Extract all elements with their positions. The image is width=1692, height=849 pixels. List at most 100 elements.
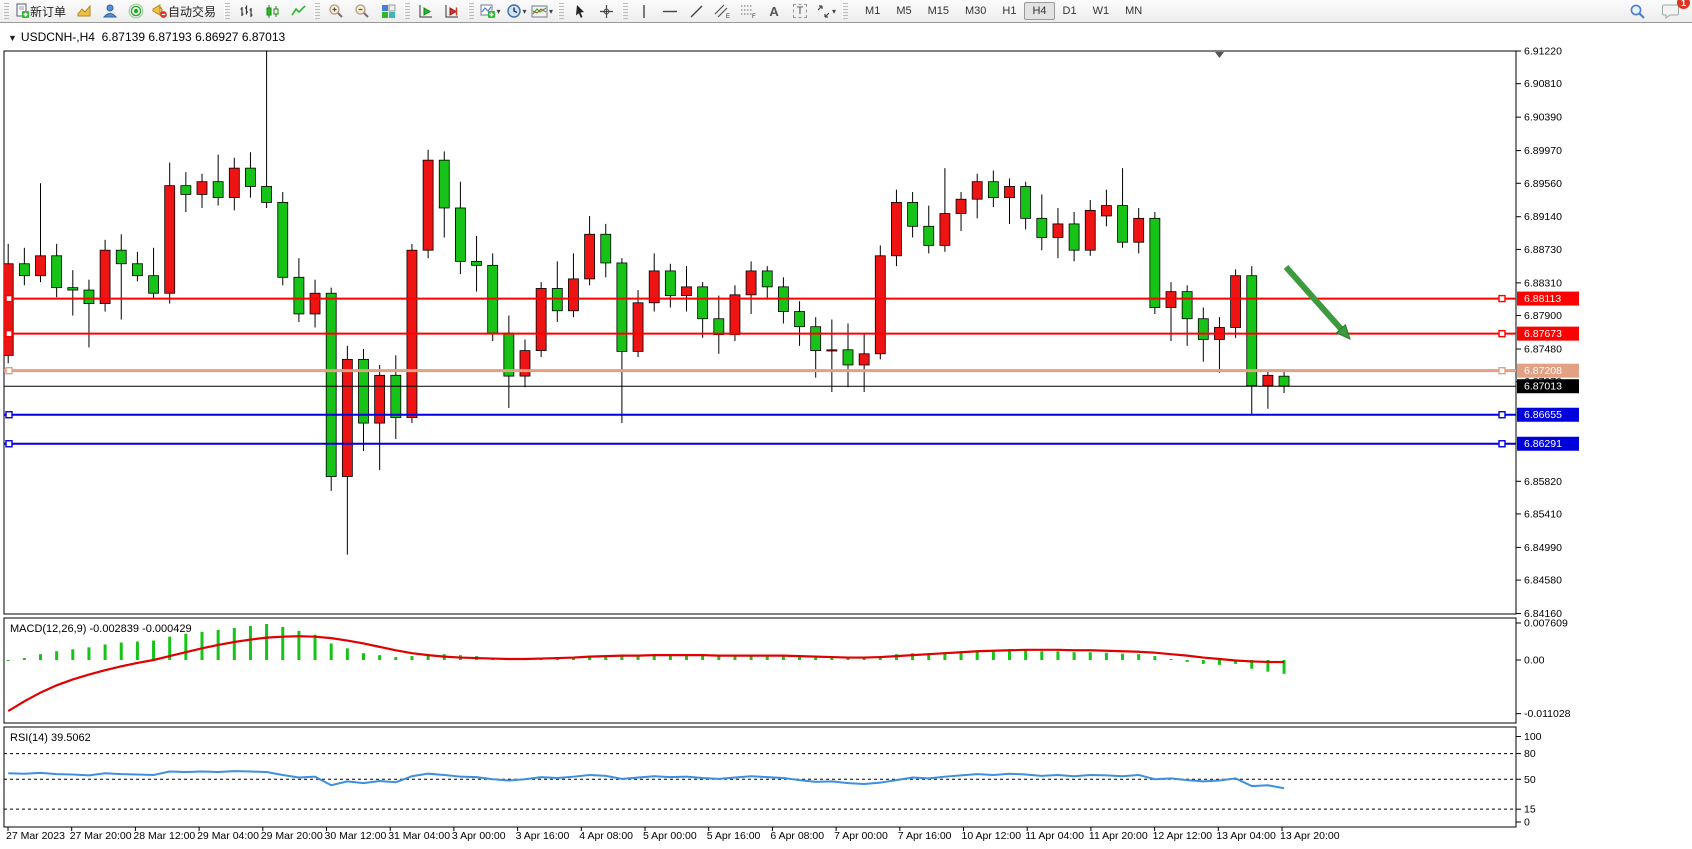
crosshair-button[interactable] — [593, 1, 619, 21]
equidistant-channel-button[interactable]: E — [709, 1, 735, 21]
periods-button[interactable]: ▾ — [503, 1, 529, 21]
svg-text:3 Apr 16:00: 3 Apr 16:00 — [516, 830, 570, 842]
rsi-indicator-label: RSI(14) 39.5062 — [10, 732, 91, 744]
text-label-icon: T — [793, 4, 808, 18]
svg-text:12 Apr 12:00: 12 Apr 12:00 — [1153, 830, 1213, 842]
chart-ohlc-header: ▼USDCNH-,H4 6.87139 6.87193 6.86927 6.87… — [8, 30, 285, 44]
templates-button[interactable]: ▾ — [529, 1, 555, 21]
svg-text:6.87208: 6.87208 — [1524, 365, 1562, 377]
bar-chart-button[interactable] — [233, 1, 259, 21]
svg-text:7 Apr 00:00: 7 Apr 00:00 — [834, 830, 888, 842]
candles-group[interactable] — [3, 51, 1289, 555]
fibonacci-icon: F — [740, 3, 757, 19]
horizontal-line-icon — [662, 4, 678, 19]
svg-text:80: 80 — [1524, 748, 1536, 760]
pane-frame-0 — [4, 51, 1516, 614]
line-chart-icon — [291, 4, 306, 19]
trendline-icon — [689, 4, 704, 19]
svg-text:13 Apr 20:00: 13 Apr 20:00 — [1280, 830, 1340, 842]
horizontal-line-button[interactable] — [657, 1, 683, 21]
toolbar-grip — [314, 3, 320, 19]
timeframe-button-d1[interactable]: D1 — [1055, 2, 1085, 20]
chevron-down-icon[interactable]: ▾ — [832, 7, 836, 16]
price-axis: 6.912206.908106.903906.899706.895606.891… — [1516, 46, 1579, 829]
chevron-down-icon[interactable]: ▾ — [523, 7, 527, 16]
auto-trading-label: 自动交易 — [168, 3, 216, 20]
svg-text:6.91220: 6.91220 — [1524, 46, 1562, 58]
arrows-button[interactable]: ▾ — [813, 1, 839, 21]
auto-trading-icon — [151, 3, 168, 19]
auto-trading-button[interactable]: 自动交易 — [149, 1, 221, 21]
chart-canvas[interactable]: 6.912206.908106.903906.899706.895606.891… — [0, 23, 1692, 849]
svg-text:6.89970: 6.89970 — [1524, 145, 1562, 157]
chart-window-button[interactable] — [71, 1, 97, 21]
trendline-button[interactable] — [683, 1, 709, 21]
zoom-in-button[interactable] — [323, 1, 349, 21]
trend-arrow[interactable] — [1286, 267, 1345, 333]
chart-shift-marker[interactable] — [1215, 52, 1224, 58]
text-button[interactable]: A — [761, 1, 787, 21]
time-axis: 27 Mar 202327 Mar 20:0028 Mar 12:0029 Ma… — [6, 827, 1340, 842]
timeframe-button-m5[interactable]: M5 — [888, 2, 919, 20]
svg-text:6.84580: 6.84580 — [1524, 575, 1562, 587]
profile-button[interactable] — [97, 1, 123, 21]
chart-window[interactable]: ▼USDCNH-,H4 6.87139 6.87193 6.86927 6.87… — [0, 22, 1692, 849]
fibonacci-button[interactable]: F — [735, 1, 761, 21]
new-order-icon — [14, 3, 30, 19]
indicators-button[interactable]: ▾ — [477, 1, 503, 21]
timeframe-button-h4[interactable]: H4 — [1024, 2, 1054, 20]
svg-text:31 Mar 04:00: 31 Mar 04:00 — [388, 830, 450, 842]
profile-icon — [102, 3, 118, 19]
signal-button[interactable] — [123, 1, 149, 21]
zoom-out-button[interactable] — [349, 1, 375, 21]
svg-text:6.87480: 6.87480 — [1524, 344, 1562, 356]
horizontal-lines-group[interactable] — [4, 296, 1516, 447]
toolbar-grip — [404, 3, 410, 19]
vertical-line-button[interactable] — [631, 1, 657, 21]
chart-dropdown-icon[interactable]: ▼ — [8, 33, 17, 43]
svg-text:6.88310: 6.88310 — [1524, 277, 1562, 289]
equidistant-channel-icon: E — [714, 3, 731, 19]
search-button[interactable] — [1624, 1, 1650, 21]
timeframe-button-m1[interactable]: M1 — [857, 2, 888, 20]
svg-text:0: 0 — [1524, 817, 1530, 829]
indicators-icon — [480, 3, 496, 19]
svg-text:27 Mar 2023: 27 Mar 2023 — [6, 830, 65, 842]
svg-text:6.85410: 6.85410 — [1524, 508, 1562, 520]
macd-indicator-label: MACD(12,26,9) -0.002839 -0.000429 — [10, 623, 192, 635]
main-toolbar: 新订单 自动交易 — [0, 0, 1692, 23]
templates-icon — [531, 4, 548, 19]
timeframe-button-m15[interactable]: M15 — [920, 2, 957, 20]
cursor-button[interactable] — [567, 1, 593, 21]
new-order-button[interactable]: 新订单 — [12, 1, 71, 21]
timeframe-button-mn[interactable]: MN — [1117, 2, 1150, 20]
zoom-out-icon — [354, 3, 370, 19]
tile-windows-button[interactable] — [375, 1, 401, 21]
pane-frame-1 — [4, 618, 1516, 723]
crosshair-icon — [599, 4, 614, 19]
chevron-down-icon[interactable]: ▾ — [497, 7, 501, 16]
svg-text:5 Apr 16:00: 5 Apr 16:00 — [707, 830, 761, 842]
chart-window-icon — [76, 3, 92, 19]
candlestick-button[interactable] — [259, 1, 285, 21]
chat-button[interactable]: 1 — [1658, 1, 1684, 21]
line-chart-button[interactable] — [285, 1, 311, 21]
text-label-button[interactable]: T — [787, 1, 813, 21]
timeframe-switcher: M1M5M15M30H1H4D1W1MN — [857, 2, 1150, 20]
auto-scroll-button[interactable] — [413, 1, 439, 21]
notification-badge[interactable]: 1 — [1677, 0, 1690, 9]
chart-symbol-period: USDCNH-,H4 — [21, 30, 95, 44]
ohlc-low: 6.86927 — [195, 30, 238, 44]
text-icon: A — [769, 4, 778, 19]
timeframe-button-w1[interactable]: W1 — [1085, 2, 1118, 20]
chevron-down-icon[interactable]: ▾ — [549, 7, 553, 16]
toolbar-grip — [842, 3, 848, 19]
svg-text:E: E — [726, 14, 730, 19]
new-order-label: 新订单 — [30, 3, 66, 20]
svg-text:6.84990: 6.84990 — [1524, 542, 1562, 554]
timeframe-button-m30[interactable]: M30 — [957, 2, 994, 20]
svg-text:27 Mar 20:00: 27 Mar 20:00 — [70, 830, 132, 842]
chart-shift-button[interactable] — [439, 1, 465, 21]
timeframe-button-h1[interactable]: H1 — [994, 2, 1024, 20]
search-icon — [1629, 3, 1646, 20]
